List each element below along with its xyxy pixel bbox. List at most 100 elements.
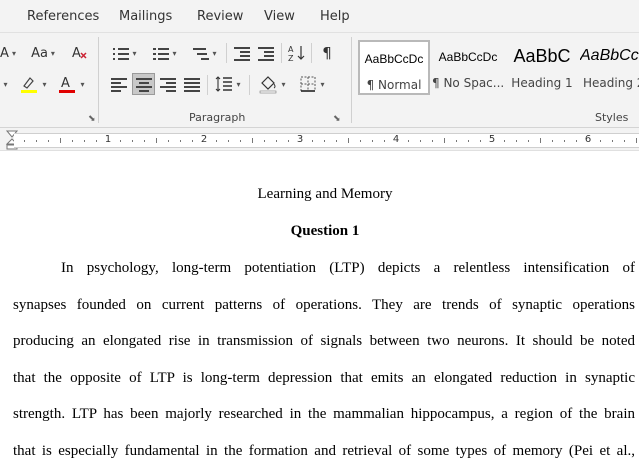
paragraph-dialog-launcher-icon[interactable]: ⬊ <box>333 113 341 124</box>
ruler-number: 2 <box>200 134 208 145</box>
svg-text:Z: Z <box>288 54 294 62</box>
font-dialog-launcher-icon[interactable]: ⬊ <box>88 113 96 124</box>
clear-formatting-icon[interactable]: A <box>68 42 92 64</box>
multilevel-list-icon <box>193 46 210 60</box>
line-spacing-button[interactable]: ▾ <box>212 73 244 95</box>
ruler-tick <box>288 139 289 142</box>
bullets-icon <box>113 46 130 60</box>
ruler-tick <box>228 139 229 142</box>
style-heading-1[interactable]: AaBbC Heading 1 <box>506 40 578 95</box>
ruler-tick <box>432 139 433 142</box>
style-normal[interactable]: AaBbCcDc ¶ Normal <box>358 40 430 95</box>
ruler-tick <box>252 138 253 143</box>
highlighter-icon <box>21 77 38 93</box>
ruler-tick <box>612 139 613 142</box>
ruler-tick <box>36 139 37 142</box>
ruler-tick <box>72 139 73 142</box>
group-divider <box>351 37 352 123</box>
multilevel-list-button[interactable]: ▾ <box>188 42 222 64</box>
ruler-tick <box>480 139 481 142</box>
style-sample: AaBbCcDc <box>364 52 424 66</box>
ruler-tick <box>384 139 385 142</box>
ruler-tick <box>420 139 421 142</box>
style-name: ¶ No Spac... <box>432 76 504 90</box>
question-heading: Question 1 <box>290 223 360 239</box>
paragraph-line: synapses founded on current patterns of … <box>13 297 635 313</box>
ruler-number: 5 <box>488 134 496 145</box>
ruler-number: 3 <box>296 134 304 145</box>
ruler-tick <box>552 139 553 142</box>
line-spacing-icon <box>216 76 233 92</box>
font-color-button[interactable]: A ▾ <box>56 73 86 95</box>
show-formatting-marks-icon[interactable]: ¶ <box>317 42 337 64</box>
document-title: Learning and Memory <box>257 186 393 202</box>
justify-icon[interactable] <box>181 73 203 95</box>
ruler-tick <box>84 139 85 142</box>
ruler-tick <box>324 139 325 142</box>
font-grow-icon[interactable]: A ▾ <box>0 42 16 64</box>
paint-bucket-icon <box>260 76 277 94</box>
ruler-tick <box>132 139 133 142</box>
ruler-number: 4 <box>392 134 400 145</box>
svg-text:A: A <box>61 76 70 91</box>
change-case-button[interactable]: Aa ▾ <box>26 42 60 64</box>
sort-icon[interactable]: A Z <box>287 42 307 64</box>
increase-indent-icon[interactable] <box>256 42 276 64</box>
group-divider <box>98 37 99 123</box>
ruler-tick <box>516 139 517 142</box>
ruler-tick <box>348 138 349 143</box>
numbering-button[interactable]: ▾ <box>148 42 182 64</box>
ruler-tick <box>408 139 409 142</box>
toolbar-divider <box>281 43 282 63</box>
paragraph-line: that the opposite of LTP is long-term de… <box>13 370 635 386</box>
ruler-tick <box>468 139 469 142</box>
align-center-icon[interactable] <box>132 73 155 95</box>
bullets-button[interactable]: ▾ <box>108 42 142 64</box>
ruler-tick <box>276 139 277 142</box>
style-sample: AaBbC <box>513 46 571 66</box>
paragraph-line: In psychology, long-term potentiation (L… <box>61 260 635 276</box>
style-sample: AaBbCcDc <box>438 50 498 64</box>
style-heading-2[interactable]: AaBbCc Heading 2 <box>578 40 639 95</box>
ruler-tick <box>120 139 121 142</box>
shading-button[interactable]: ▾ <box>255 73 289 95</box>
ruler-tick <box>360 139 361 142</box>
align-left-icon[interactable] <box>108 73 130 95</box>
ruler-tick <box>192 139 193 142</box>
ruler-tick <box>24 139 25 142</box>
svg-text:A: A <box>288 45 294 54</box>
ribbon-tab-bar: References Mailings Review View Help <box>0 0 639 33</box>
styles-group-label: Styles <box>595 111 629 124</box>
ruler-number: 1 <box>104 134 112 145</box>
ruler-tick <box>504 139 505 142</box>
ruler-tick <box>636 138 637 143</box>
paragraph-line: that is especially fundamental in the fo… <box>13 443 635 459</box>
ruler-tick <box>576 139 577 142</box>
document-page[interactable]: Learning and Memory Question 1 In psycho… <box>0 151 639 474</box>
align-right-icon[interactable] <box>157 73 179 95</box>
ruler-tick <box>96 139 97 142</box>
ruler-tick <box>444 138 445 143</box>
tab-review[interactable]: Review <box>197 9 243 24</box>
ruler-tick <box>528 139 529 142</box>
tab-mailings[interactable]: Mailings <box>119 9 172 24</box>
horizontal-ruler[interactable]: 1 2 3 4 5 6 <box>0 128 639 151</box>
borders-button[interactable]: ▾ <box>295 73 329 95</box>
ruler-number: 6 <box>584 134 592 145</box>
tab-help[interactable]: Help <box>320 9 350 24</box>
style-sample: AaBbCc <box>580 47 639 64</box>
ruler-tick <box>540 138 541 143</box>
font-effects-caret-icon[interactable]: ▾ <box>0 73 8 95</box>
ruler-tick <box>216 139 217 142</box>
ruler-tick <box>372 139 373 142</box>
ruler-tick <box>624 139 625 142</box>
highlight-color-button[interactable]: ▾ <box>17 73 49 95</box>
toolbar-divider <box>249 75 250 95</box>
tab-view[interactable]: View <box>264 9 295 24</box>
ruler-tick <box>180 139 181 142</box>
style-no-spacing[interactable]: AaBbCcDc ¶ No Spac... <box>432 40 504 95</box>
tab-references[interactable]: References <box>27 9 99 24</box>
ruler-tick <box>60 138 61 143</box>
ruler-tick <box>600 139 601 142</box>
decrease-indent-icon[interactable] <box>232 42 252 64</box>
